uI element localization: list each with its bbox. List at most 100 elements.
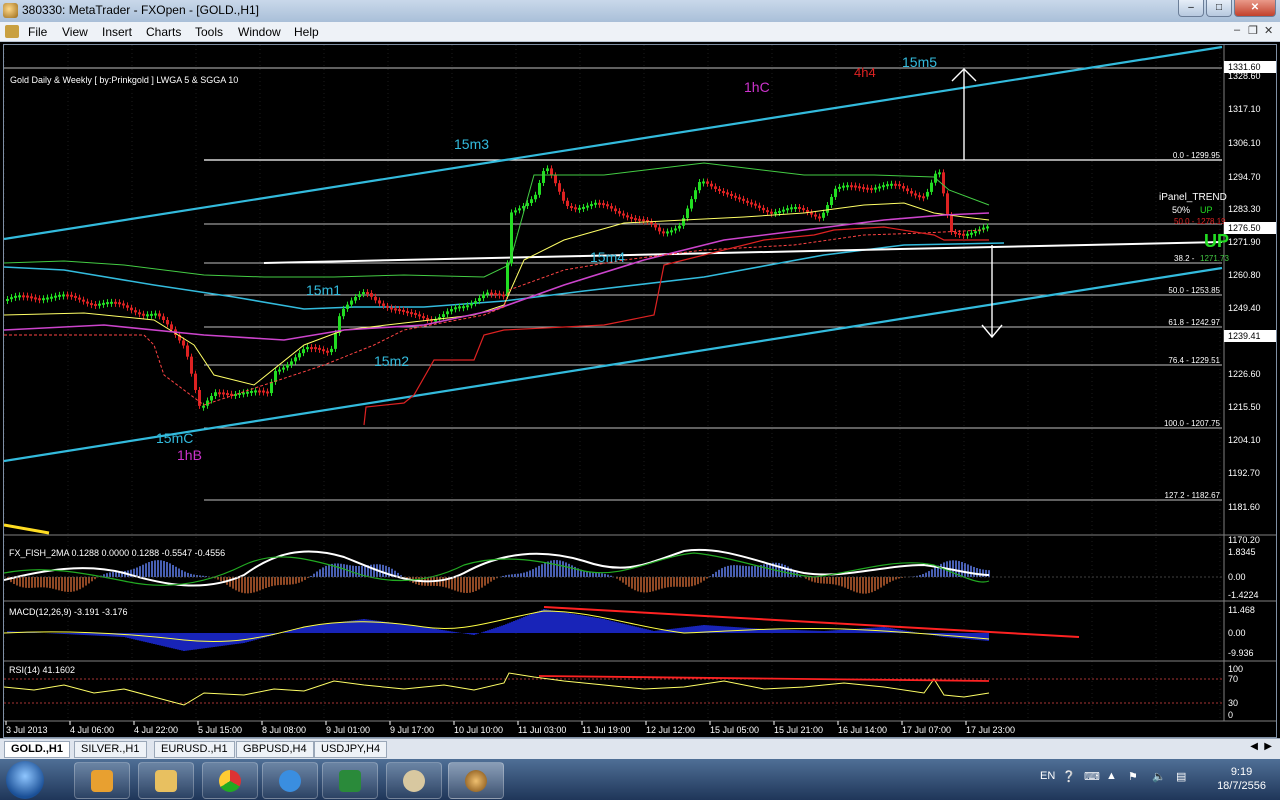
label-1hb: 1hB — [177, 447, 202, 463]
label-4h4: 4h4 — [854, 65, 876, 80]
candle — [198, 389, 201, 406]
candle — [466, 305, 469, 308]
menu-window[interactable]: Window — [238, 25, 281, 39]
menu-insert[interactable]: Insert — [102, 25, 132, 39]
time-label: 15 Jul 05:00 — [710, 725, 759, 735]
candle — [374, 296, 377, 301]
menu-file[interactable]: File — [28, 25, 47, 39]
candle — [950, 215, 953, 232]
candle — [170, 324, 173, 330]
candle — [314, 347, 317, 350]
candle — [862, 187, 865, 190]
candle — [358, 294, 361, 297]
candle — [342, 308, 345, 317]
rsi-indicator[interactable]: RSI(14) 41.1602 100 70 30 0 — [3, 664, 1243, 720]
volume-icon[interactable]: 🔈 — [1152, 770, 1166, 783]
chart-window[interactable]: 0.0 - 1299.95 50.0 - 1253.85 61.8 - 1242… — [3, 44, 1277, 738]
language-indicator[interactable]: EN — [1040, 770, 1055, 782]
candle — [350, 300, 353, 305]
tab-gbpusd-h4[interactable]: GBPUSD,H4 — [236, 741, 314, 758]
tab-eurusd-h1[interactable]: EURUSD.,H1 — [154, 741, 235, 758]
chart-window-icon[interactable] — [5, 25, 19, 38]
candle — [334, 332, 337, 349]
taskbar-ie[interactable] — [262, 762, 318, 799]
system-clock[interactable]: 9:19 18/7/2556 — [1217, 765, 1266, 793]
chrome-icon — [219, 770, 241, 792]
fisher-indicator[interactable]: FX_FISH_2MA 0.1288 0.0000 0.1288 -0.5547… — [3, 547, 1259, 600]
start-button[interactable] — [6, 761, 44, 799]
keyboard-icon[interactable]: ⌨ — [1084, 770, 1100, 783]
child-minimize-button[interactable]: – — [1234, 24, 1240, 36]
candle — [890, 183, 893, 186]
svg-text:1317.10: 1317.10 — [1228, 104, 1261, 114]
candle — [226, 393, 229, 396]
candle — [54, 295, 57, 298]
candle — [826, 205, 829, 213]
folder-icon — [155, 770, 177, 792]
taskbar-explorer[interactable] — [138, 762, 194, 799]
candle — [290, 361, 293, 365]
candle — [606, 204, 609, 207]
svg-text:1181.60: 1181.60 — [1228, 502, 1260, 512]
candle — [858, 186, 861, 189]
price-candles[interactable] — [6, 165, 989, 411]
candle — [598, 202, 601, 205]
metatrader-icon[interactable] — [3, 3, 18, 18]
menu-view[interactable]: View — [62, 25, 88, 39]
window-title: 380330: MetaTrader - FXOpen - [GOLD.,H1] — [22, 3, 259, 17]
menu-help[interactable]: Help — [294, 25, 319, 39]
taskbar-media-player[interactable] — [74, 762, 130, 799]
tab-gold-h1[interactable]: GOLD.,H1 — [4, 741, 70, 758]
candle — [162, 316, 165, 321]
stop-trail-line — [363, 226, 989, 426]
candle — [150, 313, 153, 316]
menu-tools[interactable]: Tools — [195, 25, 223, 39]
taskbar-metatrader[interactable] — [448, 762, 504, 799]
candle — [74, 295, 77, 298]
candle — [618, 211, 621, 214]
menu-charts[interactable]: Charts — [146, 25, 181, 39]
candle — [754, 203, 757, 206]
taskbar-paint[interactable] — [386, 762, 442, 799]
price-chart[interactable]: 0.0 - 1299.95 50.0 - 1253.85 61.8 - 1242… — [3, 45, 1276, 737]
candle — [798, 207, 801, 210]
title-bar: 380330: MetaTrader - FXOpen - [GOLD.,H1]… — [0, 0, 1280, 23]
time-label: 10 Jul 10:00 — [454, 725, 503, 735]
candle — [450, 309, 453, 312]
candle — [390, 307, 393, 310]
child-restore-button[interactable]: ❐ — [1248, 24, 1258, 37]
candle — [50, 296, 53, 299]
network-icon[interactable]: ▤ — [1176, 770, 1186, 783]
taskbar-chrome[interactable] — [202, 762, 258, 799]
candle — [506, 263, 509, 297]
chart-info-label: Gold Daily & Weekly [ by:Prinkgold ] LWG… — [10, 75, 238, 85]
tab-scroll-left-icon[interactable]: ◀ — [1250, 741, 1258, 752]
help-icon[interactable]: ❔ — [1062, 770, 1076, 783]
time-label: 8 Jul 08:00 — [262, 725, 306, 735]
close-button[interactable]: ✕ — [1234, 0, 1276, 17]
svg-text:1.8345: 1.8345 — [1228, 547, 1256, 557]
candle — [362, 292, 365, 295]
candle — [10, 297, 13, 300]
candle — [62, 294, 65, 297]
macd-label: MACD(12,26,9) -3.191 -3.176 — [9, 607, 128, 617]
candle — [850, 185, 853, 188]
candle — [546, 168, 549, 172]
action-center-icon[interactable]: ⚑ — [1128, 770, 1138, 783]
candle — [614, 208, 617, 212]
macd-indicator[interactable]: MACD(12,26,9) -3.191 -3.176 11.468 0.00 … — [3, 605, 1255, 658]
show-hidden-icons[interactable]: ▲ — [1106, 770, 1117, 782]
candle — [702, 181, 705, 184]
candle — [682, 218, 685, 226]
minimize-button[interactable]: – — [1178, 0, 1204, 17]
child-close-button[interactable]: ✕ — [1264, 24, 1273, 37]
tab-silver-h1[interactable]: SILVER.,H1 — [74, 741, 147, 758]
taskbar-excel[interactable] — [322, 762, 378, 799]
maximize-button[interactable]: □ — [1206, 0, 1232, 17]
svg-text:11.468: 11.468 — [1228, 605, 1255, 615]
candle — [722, 191, 725, 194]
tab-scroll-right-icon[interactable]: ▶ — [1264, 741, 1272, 752]
fib-label-0: 0.0 - 1299.95 — [1173, 151, 1221, 160]
svg-text:0.00: 0.00 — [1228, 628, 1246, 638]
tab-usdjpy-h4[interactable]: USDJPY,H4 — [314, 741, 388, 758]
